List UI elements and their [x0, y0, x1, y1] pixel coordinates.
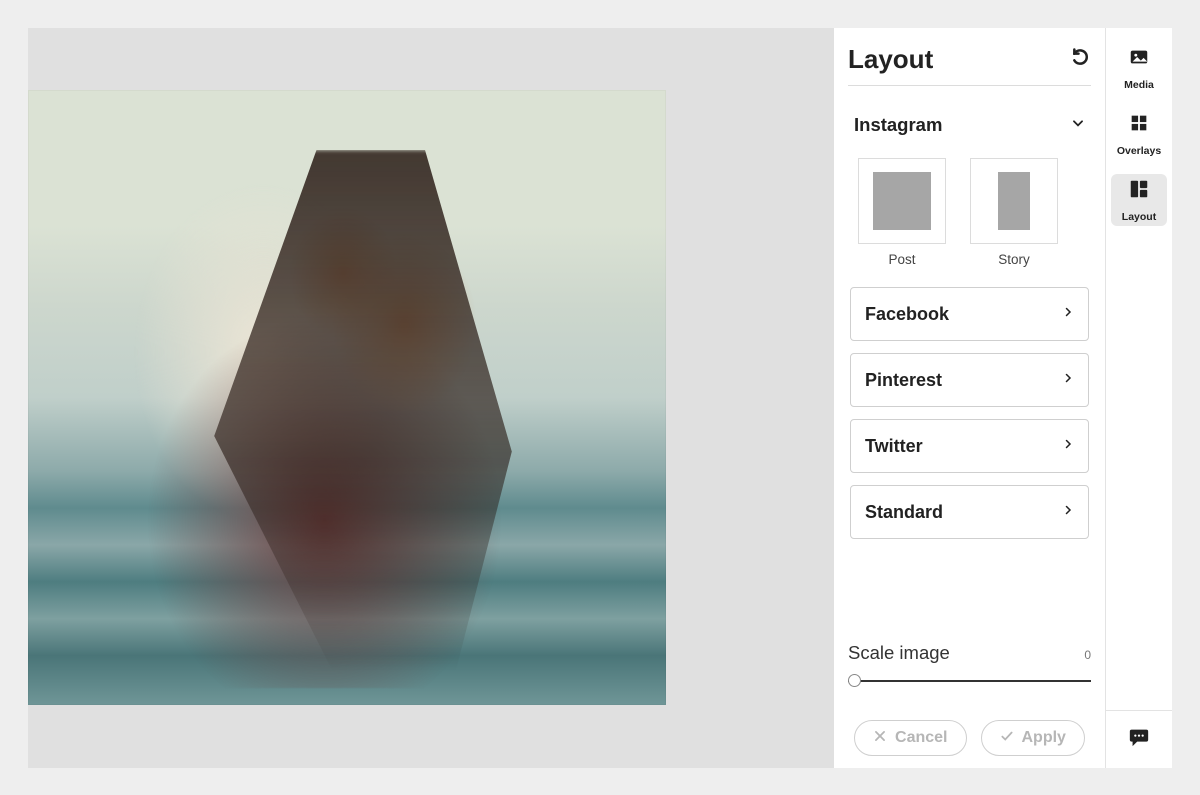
section-twitter[interactable]: Twitter — [850, 419, 1089, 473]
chevron-right-icon — [1062, 503, 1074, 521]
canvas-area[interactable] — [28, 28, 834, 768]
section-twitter-label: Twitter — [865, 436, 923, 457]
rail-item-media[interactable]: Media — [1111, 42, 1167, 94]
scale-value: 0 — [1084, 648, 1091, 662]
preset-post-thumb — [858, 158, 946, 244]
right-rail: Media Overlays Layout — [1105, 28, 1172, 768]
overlays-icon — [1128, 112, 1150, 139]
chevron-down-icon — [1071, 116, 1085, 135]
section-facebook[interactable]: Facebook — [850, 287, 1089, 341]
chevron-right-icon — [1062, 437, 1074, 455]
rail-item-overlays[interactable]: Overlays — [1111, 108, 1167, 160]
image-icon — [1128, 46, 1150, 73]
sections-accordion: Facebook Pinterest Twitter Standard — [848, 287, 1091, 539]
chevron-right-icon — [1062, 305, 1074, 323]
section-facebook-label: Facebook — [865, 304, 949, 325]
cancel-label: Cancel — [895, 729, 947, 747]
check-icon — [1000, 729, 1014, 748]
preset-story-label: Story — [998, 252, 1030, 267]
section-instagram-label: Instagram — [854, 114, 942, 136]
panel-footer: Scale image 0 Cancel — [848, 642, 1091, 756]
slider-track — [848, 680, 1091, 682]
scale-slider[interactable] — [848, 674, 1091, 688]
panel-title: Layout — [848, 44, 933, 75]
button-row: Cancel Apply — [848, 720, 1091, 756]
layout-icon — [1128, 178, 1150, 205]
rail-item-layout[interactable]: Layout — [1111, 174, 1167, 226]
preset-instagram-post[interactable]: Post — [858, 158, 946, 267]
close-icon — [873, 729, 887, 748]
apply-label: Apply — [1022, 729, 1066, 747]
panel-header: Layout — [848, 44, 1091, 86]
section-standard-label: Standard — [865, 502, 943, 523]
undo-icon[interactable] — [1071, 47, 1091, 72]
chevron-right-icon — [1062, 371, 1074, 389]
section-pinterest-label: Pinterest — [865, 370, 942, 391]
preset-post-shape — [873, 172, 931, 230]
apply-button[interactable]: Apply — [981, 720, 1085, 756]
rail-media-label: Media — [1124, 79, 1154, 91]
section-standard[interactable]: Standard — [850, 485, 1089, 539]
preset-story-shape — [998, 172, 1030, 230]
scale-label: Scale image — [848, 642, 950, 664]
section-pinterest[interactable]: Pinterest — [850, 353, 1089, 407]
rail-overlays-label: Overlays — [1117, 145, 1161, 157]
canvas-photo[interactable] — [28, 90, 666, 705]
instagram-presets: Post Story — [854, 158, 1085, 267]
section-instagram-header[interactable]: Instagram — [854, 114, 1085, 136]
scale-row: Scale image 0 — [848, 642, 1091, 664]
chat-icon[interactable] — [1128, 726, 1150, 753]
slider-thumb[interactable] — [848, 674, 861, 687]
preset-instagram-story[interactable]: Story — [970, 158, 1058, 267]
layout-panel: Layout Instagram — [834, 28, 1105, 768]
rail-footer — [1106, 710, 1172, 768]
rail-layout-label: Layout — [1122, 211, 1156, 223]
preset-story-thumb — [970, 158, 1058, 244]
preset-post-label: Post — [888, 252, 915, 267]
cancel-button[interactable]: Cancel — [854, 720, 966, 756]
section-instagram: Instagram Post — [848, 114, 1091, 267]
